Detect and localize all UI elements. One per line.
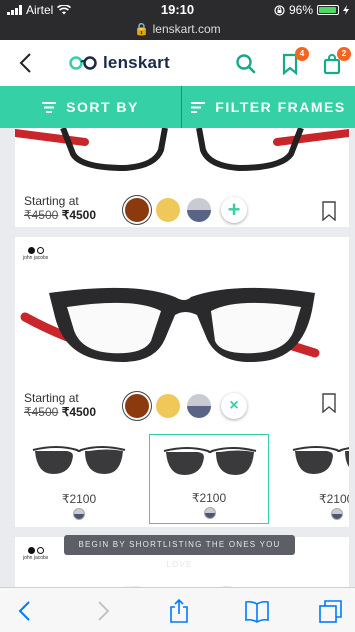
sort-label: SORT BY <box>66 99 139 115</box>
color-swatch-blue[interactable] <box>204 507 216 519</box>
cart-button[interactable]: 2 <box>320 47 351 76</box>
lenskart-logo[interactable]: lenskart <box>68 53 170 73</box>
color-swatch-yellow[interactable] <box>156 198 180 222</box>
browser-toolbar <box>0 587 355 632</box>
product-image <box>15 128 349 172</box>
bookmark-icon[interactable] <box>321 393 337 413</box>
sort-filter-bar: SORT BY FILTER FRAMES <box>0 86 355 128</box>
shortlist-toast: BEGIN BY SHORTLISTING THE ONES YOU LOVE <box>64 535 295 569</box>
price-line: ₹4500 ₹4500 <box>24 208 96 222</box>
forward-icon[interactable] <box>90 598 116 624</box>
battery-percent: 96% <box>288 3 313 17</box>
charging-icon <box>343 5 349 15</box>
current-price: ₹4500 <box>61 208 97 222</box>
share-icon[interactable] <box>166 598 192 624</box>
brand-name: lenskart <box>103 53 170 72</box>
brand-logo: john jacobs <box>23 547 48 561</box>
rotation-lock-icon <box>274 4 285 16</box>
battery-icon <box>317 5 339 15</box>
color-swatch-blue[interactable] <box>73 508 85 520</box>
similar-products-carousel[interactable]: ₹2100 ₹2100 ₹2100 <box>15 424 349 527</box>
bookmarks-icon[interactable] <box>244 598 270 624</box>
price-line: ₹4500 ₹4500 <box>24 405 96 419</box>
search-icon[interactable] <box>234 52 258 76</box>
similar-product[interactable]: ₹2100 <box>283 424 349 527</box>
logo-glasses-icon <box>69 56 97 70</box>
filter-icon <box>191 101 206 113</box>
price-block: Starting at ₹4500 ₹4500 <box>24 391 96 419</box>
color-swatch-blue[interactable] <box>331 508 343 520</box>
product-image <box>163 447 257 475</box>
close-similar-button[interactable]: × <box>221 393 247 419</box>
similar-price: ₹2100 <box>319 492 349 506</box>
back-icon[interactable] <box>12 598 38 624</box>
product-card[interactable]: Starting at ₹4500 ₹4500 + <box>15 128 349 227</box>
product-card[interactable]: john jacobs Starting at ₹4500 ₹4500 × <box>15 237 349 424</box>
old-price: ₹4500 <box>24 405 59 419</box>
similar-product[interactable]: ₹2100 <box>23 424 135 527</box>
product-image <box>32 446 126 474</box>
similar-price: ₹2100 <box>191 491 227 505</box>
brand-dots <box>27 547 44 554</box>
wishlist-button[interactable]: 4 <box>278 47 309 76</box>
brand-dots <box>27 247 44 254</box>
status-right: 96% <box>274 3 349 17</box>
product-image <box>292 446 349 474</box>
starting-label: Starting at <box>24 391 79 405</box>
sort-icon <box>42 101 57 113</box>
similar-price: ₹2100 <box>61 492 97 506</box>
filter-label: FILTER FRAMES <box>215 99 346 115</box>
sort-button[interactable]: SORT BY <box>0 86 181 128</box>
color-swatch-brown[interactable] <box>125 394 149 418</box>
similar-product-selected[interactable]: ₹2100 <box>149 434 269 524</box>
filter-button[interactable]: FILTER FRAMES <box>182 86 355 128</box>
starting-label: Starting at <box>24 194 79 208</box>
brand-name: john jacobs <box>23 555 49 561</box>
lock-icon: 🔒 <box>134 22 150 36</box>
bookmark-icon[interactable] <box>321 201 337 221</box>
color-swatch-brown[interactable] <box>125 198 149 222</box>
old-price: ₹4500 <box>24 208 59 222</box>
color-swatch-blue[interactable] <box>187 394 211 418</box>
product-image <box>20 287 320 363</box>
cart-badge: 2 <box>337 47 351 61</box>
color-swatch-blue[interactable] <box>187 198 211 222</box>
price-block: Starting at ₹4500 ₹4500 <box>24 194 96 222</box>
tabs-icon[interactable] <box>318 598 344 624</box>
status-bar: Airtel 19:10 96% 🔒 lenskart.com <box>0 0 355 40</box>
url-bar[interactable]: 🔒 lenskart.com <box>0 22 355 36</box>
url-text: lenskart.com <box>152 22 221 36</box>
wishlist-badge: 4 <box>295 47 309 61</box>
current-price: ₹4500 <box>61 405 97 419</box>
back-arrow-icon[interactable] <box>14 50 38 76</box>
color-swatch-yellow[interactable] <box>156 394 180 418</box>
add-to-compare-button[interactable]: + <box>221 197 247 223</box>
app-header: lenskart 4 2 <box>0 40 355 86</box>
